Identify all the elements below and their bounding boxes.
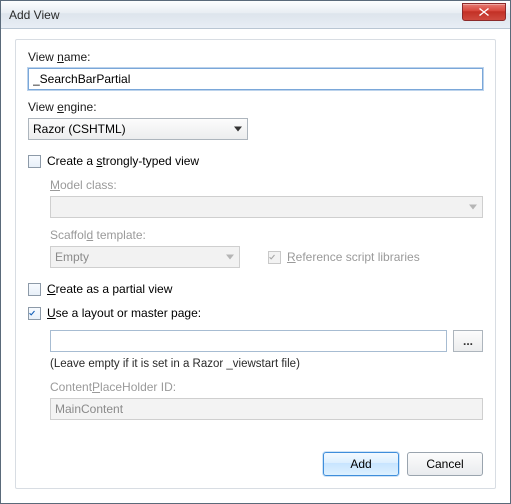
partial-view-row[interactable]: Create as a partial view	[28, 282, 483, 296]
cph-input: MainContent	[50, 398, 483, 420]
use-layout-row[interactable]: Use a layout or master page:	[28, 306, 483, 320]
browse-layout-button[interactable]: ...	[453, 330, 483, 352]
cancel-button[interactable]: Cancel	[407, 452, 483, 476]
partial-view-checkbox[interactable]	[28, 283, 41, 296]
scaffold-label: Scaffold template:	[50, 228, 483, 242]
dialog-footer: Add Cancel	[28, 440, 483, 476]
close-button[interactable]	[462, 3, 506, 21]
reference-scripts-row: Reference script libraries	[268, 250, 420, 264]
model-class-combo	[50, 196, 483, 218]
strongly-typed-row[interactable]: Create a strongly-typed view	[28, 154, 483, 168]
cph-value: MainContent	[55, 402, 123, 416]
dialog-body: View name: View engine: Razor (CSHTML) C…	[1, 29, 510, 503]
scaffold-value: Empty	[55, 250, 89, 264]
model-class-label: Model class:	[50, 178, 483, 192]
chevron-down-icon	[234, 127, 242, 132]
close-icon	[479, 8, 489, 16]
cancel-button-label: Cancel	[426, 457, 463, 471]
strongly-typed-label: Create a strongly-typed view	[47, 154, 199, 168]
view-engine-value: Razor (CSHTML)	[33, 122, 126, 136]
view-engine-combo[interactable]: Razor (CSHTML)	[28, 118, 248, 140]
strongly-typed-checkbox[interactable]	[28, 155, 41, 168]
chevron-down-icon	[469, 205, 477, 210]
inner-panel: View name: View engine: Razor (CSHTML) C…	[15, 39, 496, 489]
add-view-dialog: Add View View name: View engine: Razor (…	[0, 0, 511, 504]
reference-scripts-label: Reference script libraries	[287, 250, 420, 264]
scaffold-combo: Empty	[50, 246, 240, 268]
cph-label: ContentPlaceHolder ID:	[50, 380, 483, 394]
layout-note: (Leave empty if it is set in a Razor _vi…	[50, 358, 483, 370]
add-button-label: Add	[350, 457, 371, 471]
titlebar: Add View	[1, 1, 510, 29]
reference-scripts-checkbox	[268, 251, 281, 264]
view-name-label: View name:	[28, 50, 483, 64]
use-layout-checkbox[interactable]	[28, 307, 41, 320]
add-button[interactable]: Add	[323, 452, 399, 476]
use-layout-label: Use a layout or master page:	[47, 306, 201, 320]
view-engine-label: View engine:	[28, 100, 483, 114]
partial-view-label: Create as a partial view	[47, 282, 172, 296]
browse-label: ...	[463, 334, 473, 348]
chevron-down-icon	[226, 255, 234, 260]
layout-path-input[interactable]	[50, 330, 447, 352]
window-title: Add View	[9, 8, 59, 22]
view-name-input[interactable]	[28, 68, 483, 90]
